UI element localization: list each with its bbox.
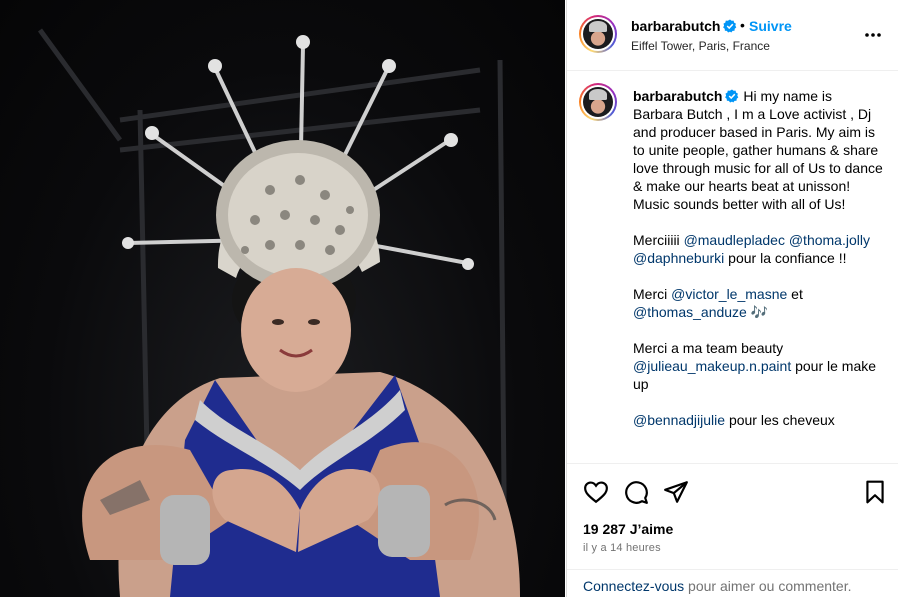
login-prompt: Connectez-vous pour aimer ou commenter.: [567, 569, 898, 597]
post-caption: barbarabutch Hi my name is Barbara Butch…: [633, 87, 883, 429]
more-options-icon[interactable]: [863, 25, 883, 45]
bookmark-icon[interactable]: [862, 479, 888, 505]
login-text: pour aimer ou commenter.: [684, 578, 852, 594]
caption-text: pour les cheveux: [725, 412, 835, 428]
caption-thanks-2: Merci: [633, 286, 672, 302]
post-side-panel: barbarabutch • Suivre Eiffel Tower, Pari…: [566, 0, 898, 597]
mention-link[interactable]: @thomas_anduze: [633, 304, 747, 320]
follow-button[interactable]: Suivre: [749, 18, 792, 34]
mention-link[interactable]: @julieau_makeup.n.paint: [633, 358, 791, 374]
caption-author-avatar[interactable]: [579, 83, 617, 121]
post-header: barbarabutch • Suivre Eiffel Tower, Pari…: [567, 0, 898, 71]
verified-badge-icon: [723, 19, 737, 33]
post-timestamp[interactable]: il y a 14 heures: [583, 542, 661, 554]
comment-icon[interactable]: [623, 479, 649, 505]
caption-text: et: [787, 286, 803, 302]
caption-intro: Hi my name is Barbara Butch , I m a Love…: [633, 88, 887, 212]
mention-link[interactable]: @bennadjijulie: [633, 412, 725, 428]
separator-dot: •: [740, 17, 745, 33]
caption-username[interactable]: barbarabutch: [633, 88, 722, 104]
caption-thanks-3: Merci a ma team beauty: [633, 340, 784, 356]
post-photo[interactable]: [0, 0, 565, 597]
action-bar: [567, 464, 898, 518]
caption-text: pour la confiance !!: [724, 250, 847, 266]
post-location[interactable]: Eiffel Tower, Paris, France: [631, 39, 770, 53]
caption-thanks-1: Merciiiii: [633, 232, 684, 248]
share-icon[interactable]: [663, 479, 689, 505]
mention-link[interactable]: @thoma.jolly: [789, 232, 870, 248]
author-username[interactable]: barbarabutch: [631, 18, 737, 34]
login-link[interactable]: Connectez-vous: [583, 578, 684, 594]
verified-badge-icon: [725, 89, 739, 103]
mention-link[interactable]: @victor_le_masne: [671, 286, 787, 302]
author-avatar[interactable]: [579, 15, 617, 53]
post-image-illustration: [37, 28, 521, 597]
mention-link[interactable]: @maudlepladec: [684, 232, 785, 248]
heart-icon[interactable]: [583, 479, 609, 505]
likes-count[interactable]: 19 287 J’aime: [583, 521, 673, 537]
music-emoji: 🎶: [750, 304, 769, 320]
mention-link[interactable]: @daphneburki: [633, 250, 724, 266]
caption-section: barbarabutch Hi my name is Barbara Butch…: [567, 71, 898, 464]
